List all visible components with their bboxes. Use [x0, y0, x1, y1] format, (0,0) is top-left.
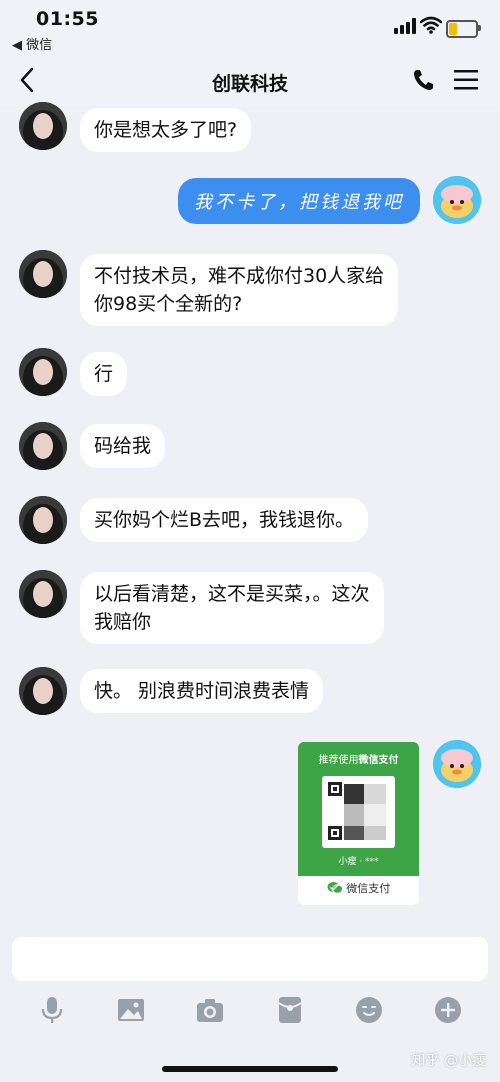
qr-card-footer: 微信支付: [298, 880, 419, 896]
plus-icon[interactable]: [433, 995, 463, 1025]
my-avatar[interactable]: [433, 176, 481, 224]
status-bar: 01:55 ◀ 微信: [0, 0, 500, 56]
battery-icon: [446, 20, 478, 38]
wechat-pay-icon: [327, 882, 343, 894]
back-to-wechat-link[interactable]: ◀ 微信: [12, 34, 52, 53]
chat-header: 创联科技: [0, 56, 500, 106]
wifi-icon: [420, 16, 442, 34]
message-bubble[interactable]: 不付技术员，难不成你付30人家给 你98买个全新的?: [80, 254, 399, 326]
qr-card-background: 推荐使用微信支付 小瘦 · ***: [298, 742, 419, 876]
camera-icon[interactable]: [195, 995, 225, 1025]
phone-call-icon[interactable]: [412, 68, 434, 92]
contact-avatar[interactable]: [19, 348, 67, 396]
menu-icon[interactable]: [454, 69, 478, 91]
contact-avatar[interactable]: [19, 667, 67, 715]
zhihu-watermark: 知乎 @小瘦: [411, 1053, 486, 1069]
input-area: 知乎 @小瘦: [0, 925, 500, 1082]
payment-qr-card[interactable]: 推荐使用微信支付 小瘦 · *** 微信支付: [298, 742, 419, 905]
message-line: 以后看清楚，这不是买菜，。这次: [94, 583, 370, 605]
message-bubble[interactable]: 码给我: [80, 424, 166, 468]
qr-footer-label: 微信支付: [346, 882, 391, 895]
contact-avatar[interactable]: [19, 422, 67, 470]
message-bubble[interactable]: 行: [80, 352, 128, 396]
my-message-bubble[interactable]: 我不卡了，把钱退我吧: [178, 178, 420, 224]
battery-tip: [478, 25, 481, 31]
qr-code-image[interactable]: [322, 776, 395, 848]
contact-avatar[interactable]: [19, 570, 67, 618]
qr-title-brand: 微信支付: [358, 755, 399, 766]
status-time: 01:55: [36, 8, 99, 30]
contact-avatar[interactable]: [19, 102, 67, 150]
qr-card-title: 推荐使用微信支付: [298, 751, 419, 766]
message-line: 你98买个全新的?: [94, 293, 243, 315]
message-bubble[interactable]: 以后看清楚，这不是买菜，。这次 我赔你: [80, 572, 384, 644]
message-input[interactable]: [12, 937, 488, 981]
message-bubble[interactable]: 快。 别浪费时间浪费表情: [80, 669, 324, 713]
emoji-icon[interactable]: [354, 995, 384, 1025]
message-line: 我赔你: [94, 611, 152, 633]
message-bubble[interactable]: 你是想太多了吧?: [80, 108, 252, 152]
my-avatar[interactable]: [433, 740, 481, 788]
qr-owner-name: 小瘦 · ***: [338, 857, 379, 867]
qr-title-prefix: 推荐使用: [318, 755, 359, 766]
contact-avatar[interactable]: [19, 496, 67, 544]
message-line: 不付技术员，难不成你付30人家给: [94, 265, 385, 287]
red-packet-icon[interactable]: [275, 995, 305, 1025]
image-icon[interactable]: [116, 995, 146, 1025]
signal-icon: [394, 18, 416, 34]
home-indicator[interactable]: [162, 1066, 338, 1072]
contact-avatar[interactable]: [19, 250, 67, 298]
microphone-icon[interactable]: [37, 995, 67, 1025]
message-bubble[interactable]: 买你妈个烂B去吧，我钱退你。: [80, 498, 369, 542]
